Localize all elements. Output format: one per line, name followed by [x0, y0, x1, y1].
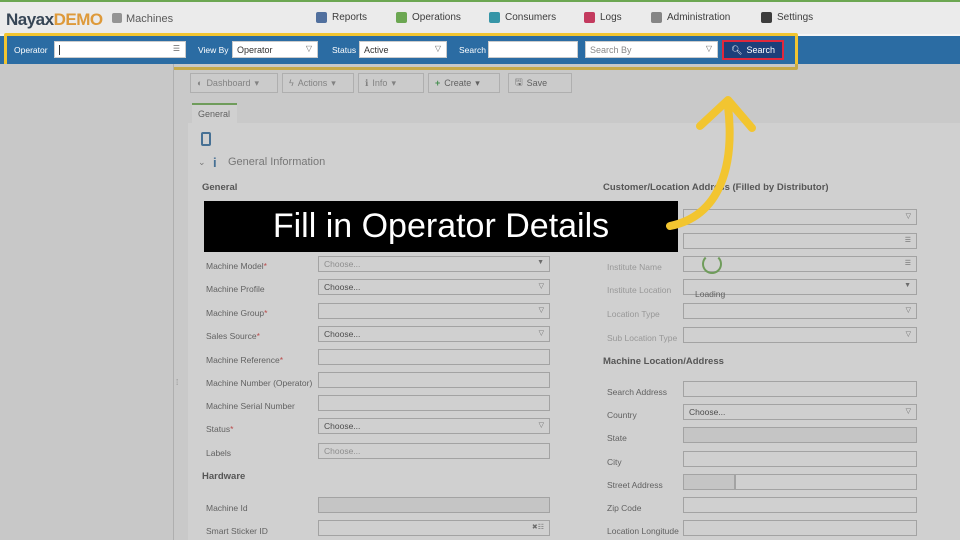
dim-overlay	[0, 64, 960, 540]
top-overlay	[0, 0, 960, 34]
instruction-banner: Fill in Operator Details	[204, 201, 678, 252]
pointer-arrow-icon	[666, 96, 756, 230]
